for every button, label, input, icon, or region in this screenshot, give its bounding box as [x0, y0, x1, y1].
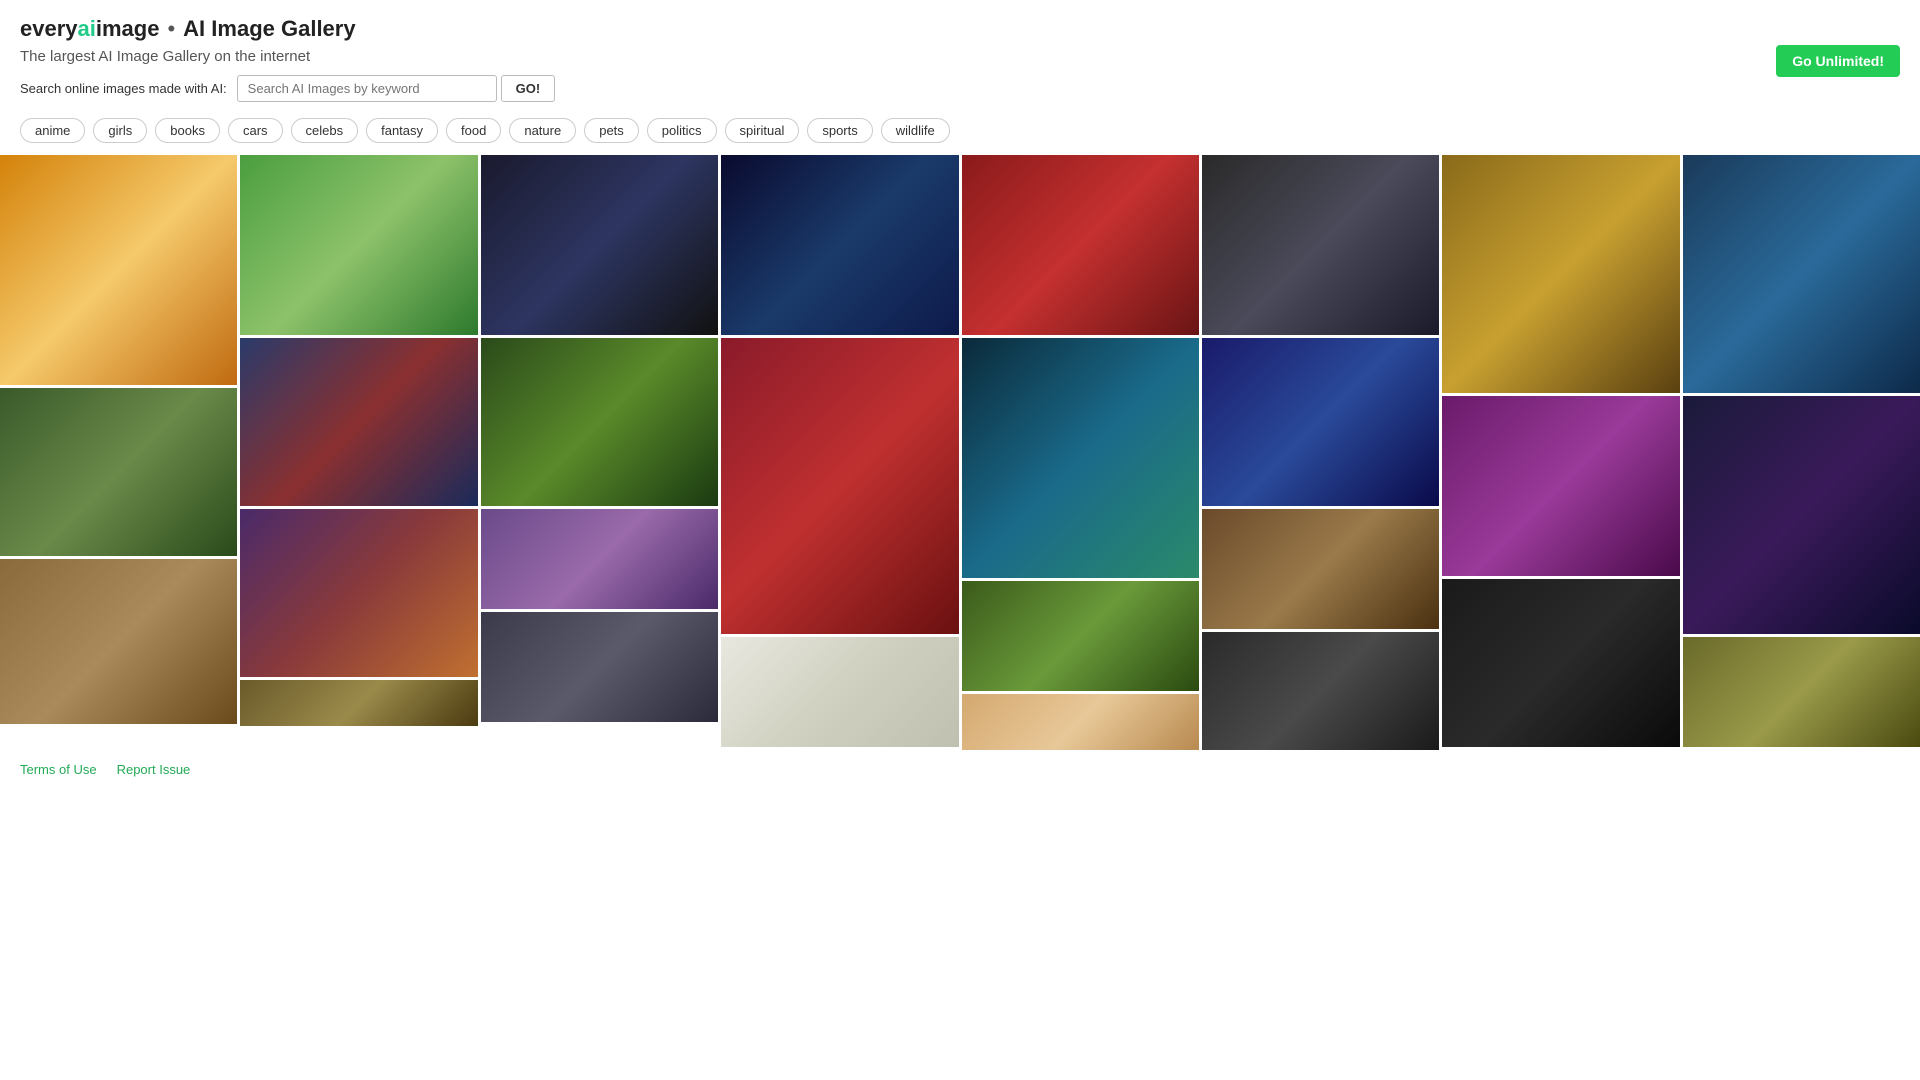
- logo-separator: •: [167, 16, 175, 42]
- gallery-image-car[interactable]: [1202, 632, 1439, 750]
- search-input[interactable]: [237, 75, 497, 102]
- gallery-image-man-flag[interactable]: [240, 338, 477, 506]
- gallery-image-neon-city[interactable]: [721, 155, 958, 335]
- footer: Terms of Use Report Issue: [0, 752, 1920, 787]
- gallery-image-fashion-red[interactable]: [962, 155, 1199, 335]
- tag-politics[interactable]: politics: [647, 118, 717, 143]
- tag-celebs[interactable]: celebs: [291, 118, 359, 143]
- search-label: Search online images made with AI:: [20, 81, 227, 96]
- go-button[interactable]: GO!: [501, 75, 556, 102]
- gallery-col-col6: [1202, 155, 1439, 750]
- gallery-image-lily[interactable]: [1683, 637, 1920, 747]
- gallery-image-amber-box[interactable]: [0, 155, 237, 385]
- gallery-image-sunset[interactable]: [240, 509, 477, 677]
- gallery-image-food-plate[interactable]: [240, 680, 477, 726]
- tagline: The largest AI Image Gallery on the inte…: [20, 48, 555, 65]
- gallery-col-col5: [962, 155, 1199, 750]
- gallery-image-wolf[interactable]: [481, 612, 718, 722]
- gallery-image-fantasy-armor[interactable]: [1442, 155, 1679, 393]
- gallery-image-landscape[interactable]: [1683, 155, 1920, 393]
- tag-cars[interactable]: cars: [228, 118, 283, 143]
- gallery-image-cat[interactable]: [0, 388, 237, 556]
- site-title: AI Image Gallery: [183, 16, 355, 42]
- tag-pets[interactable]: pets: [584, 118, 639, 143]
- gallery-image-dog[interactable]: [0, 559, 237, 724]
- tag-food[interactable]: food: [446, 118, 501, 143]
- gallery-image-batman[interactable]: [1202, 155, 1439, 335]
- report-link[interactable]: Report Issue: [117, 762, 191, 777]
- gallery-image-aurora[interactable]: [962, 338, 1199, 578]
- gallery-image-goblins[interactable]: [481, 338, 718, 506]
- gallery-image-lime[interactable]: [962, 581, 1199, 691]
- gallery-image-lavender[interactable]: [481, 509, 718, 609]
- gallery-image-cyber-face[interactable]: [1683, 396, 1920, 634]
- tag-wildlife[interactable]: wildlife: [881, 118, 950, 143]
- gallery-col-col7: [1442, 155, 1679, 750]
- tag-sports[interactable]: sports: [807, 118, 872, 143]
- gallery: [0, 153, 1920, 752]
- gallery-image-garden[interactable]: [240, 155, 477, 335]
- terms-link[interactable]: Terms of Use: [20, 762, 97, 777]
- gallery-image-dark-forest[interactable]: [481, 155, 718, 335]
- tag-books[interactable]: books: [155, 118, 220, 143]
- gallery-col-col8: [1683, 155, 1920, 750]
- gallery-image-woman-dress[interactable]: [721, 338, 958, 634]
- tag-nature[interactable]: nature: [509, 118, 576, 143]
- tag-anime[interactable]: anime: [20, 118, 85, 143]
- tag-spiritual[interactable]: spiritual: [725, 118, 800, 143]
- tag-fantasy[interactable]: fantasy: [366, 118, 438, 143]
- tag-girls[interactable]: girls: [93, 118, 147, 143]
- tags-bar: anime girls books cars celebs fantasy food natu…: [0, 114, 1920, 153]
- gallery-image-ninja[interactable]: [1442, 579, 1679, 747]
- gallery-image-road[interactable]: [1202, 509, 1439, 629]
- gallery-col-col4: [721, 155, 958, 750]
- gallery-image-soap[interactable]: [721, 637, 958, 747]
- gallery-image-fairy[interactable]: [1442, 396, 1679, 576]
- logo-text: everyaiimage: [20, 16, 159, 42]
- gallery-col-col1: [0, 155, 237, 750]
- gallery-col-col2: [240, 155, 477, 750]
- gallery-image-yamaha[interactable]: [1202, 338, 1439, 506]
- unlimited-button[interactable]: Go Unlimited!: [1776, 45, 1900, 77]
- gallery-image-anime-face[interactable]: [962, 694, 1199, 750]
- gallery-col-col3: [481, 155, 718, 750]
